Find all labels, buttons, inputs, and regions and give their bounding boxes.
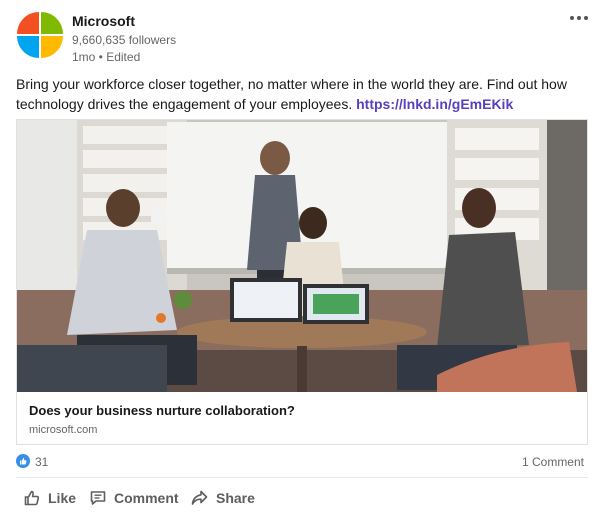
more-dot [584, 16, 588, 20]
comment-label: Comment [114, 490, 179, 506]
comments-count[interactable]: 1 Comment [522, 455, 584, 469]
logo-yellow-square [41, 36, 63, 58]
actor-name[interactable]: Microsoft [72, 13, 135, 29]
post-timestamp: 1mo • Edited [72, 50, 141, 64]
logo-red-square [17, 12, 39, 34]
thumbs-up-icon [24, 490, 40, 506]
article-title[interactable]: Does your business nurture collaboration… [29, 403, 295, 418]
post-commentary: Bring your workforce closer together, no… [16, 74, 591, 114]
more-horizontal-icon [570, 16, 574, 20]
reactions-count[interactable]: 31 [35, 455, 48, 469]
thumbs-up-mini-icon [20, 457, 27, 465]
logo-green-square [41, 12, 63, 34]
logo-blue-square [17, 36, 39, 58]
company-logo[interactable] [17, 12, 63, 58]
share-button[interactable]: Share [191, 484, 255, 512]
comment-icon [90, 491, 106, 505]
article-photo [17, 120, 587, 392]
like-button[interactable]: Like [24, 484, 76, 512]
comment-button[interactable]: Comment [90, 484, 179, 512]
article-card[interactable]: Does your business nurture collaboration… [16, 119, 588, 445]
more-dot [577, 16, 581, 20]
article-image[interactable] [17, 120, 587, 392]
feed-post: Microsoft 9,660,635 followers 1mo • Edit… [0, 0, 603, 516]
share-label: Share [216, 490, 255, 506]
article-domain: microsoft.com [29, 424, 98, 436]
divider [16, 477, 588, 478]
like-label: Like [48, 490, 77, 506]
commentary-link[interactable]: https://lnkd.in/gEmEKik [356, 96, 513, 112]
like-reaction-icon [16, 454, 30, 468]
follower-count: 9,660,635 followers [72, 33, 177, 47]
share-arrow-icon [191, 490, 208, 505]
more-options-button[interactable] [566, 10, 592, 26]
